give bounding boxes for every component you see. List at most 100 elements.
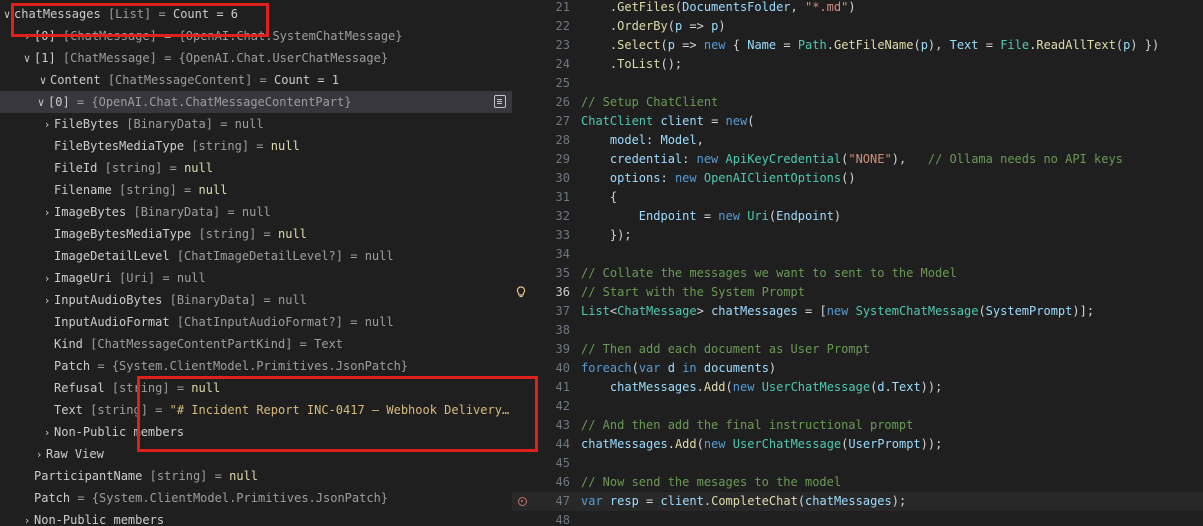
code-token: ) })	[1130, 38, 1160, 52]
watch-row[interactable]: Refusal [string] = null	[0, 377, 512, 399]
chevron-right-icon[interactable]: ›	[20, 26, 34, 47]
code-line[interactable]: 30 options: new OpenAIClientOptions()	[512, 169, 1203, 188]
code-line[interactable]: 27 ChatClient client = new(	[512, 112, 1203, 131]
code-text: // Collate the messages we want to sent …	[581, 264, 957, 283]
watch-row[interactable]: ∨ chatMessages [List] = Count = 6	[0, 3, 512, 25]
code-line[interactable]: 42	[512, 397, 1203, 416]
code-token: new	[674, 171, 697, 185]
chevron-right-icon[interactable]: ›	[40, 202, 54, 223]
breakpoint-icon[interactable]	[518, 497, 527, 506]
code-line[interactable]: 37 List<ChatMessage> chatMessages = [new …	[512, 302, 1203, 321]
watch-row[interactable]: ParticipantName [string] = null	[0, 465, 512, 487]
equals-sign: =	[155, 271, 177, 285]
code-line[interactable]: 39 // Then add each document as User Prom…	[512, 340, 1203, 359]
watch-row[interactable]: › FileBytes [BinaryData] = null	[0, 113, 512, 135]
watch-row[interactable]: › InputAudioBytes [BinaryData] = null	[0, 289, 512, 311]
code-line[interactable]: 47 var resp = client.CompleteChat(chatMes…	[512, 492, 1203, 511]
chevron-right-icon[interactable]: ›	[32, 444, 46, 465]
watch-row-value: null	[270, 139, 300, 153]
watch-row-value: {OpenAI.Chat.ChatMessageContentPart}	[91, 95, 352, 109]
watch-row[interactable]: FileBytesMediaType [string] = null	[0, 135, 512, 157]
watch-row-name: Refusal	[54, 381, 105, 395]
code-token: Endpoint	[776, 209, 834, 223]
code-editor[interactable]: 21 .GetFiles(DocumentsFolder, "*.md") 22 …	[512, 0, 1203, 526]
watch-row-type: [BinaryData]	[133, 205, 221, 219]
chevron-down-icon[interactable]: ∨	[0, 4, 14, 25]
code-line[interactable]: 48	[512, 511, 1203, 526]
watch-row[interactable]: › ImageUri [Uri] = null	[0, 267, 512, 289]
watch-row-name: Patch	[34, 491, 71, 505]
code-line[interactable]: 32 Endpoint = new Uri(Endpoint)	[512, 207, 1203, 226]
code-line[interactable]: 38	[512, 321, 1203, 340]
watch-row[interactable]: Patch = {System.ClientModel.Primitives.J…	[0, 487, 512, 509]
watch-row-type: [string]	[198, 227, 257, 241]
code-line[interactable]: 22 .OrderBy(p => p)	[512, 17, 1203, 36]
watch-row[interactable]: ∨ [0] = {OpenAI.Chat.ChatMessageContentPa…	[0, 91, 512, 113]
code-line[interactable]: 28 model: Model,	[512, 131, 1203, 150]
code-line[interactable]: 33 });	[512, 226, 1203, 245]
code-token: :	[646, 133, 661, 147]
code-line[interactable]: 29 credential: new ApiKeyCredential("NON…	[512, 150, 1203, 169]
line-number: 29	[555, 152, 570, 166]
watch-row-type: [string]	[90, 403, 148, 417]
watch-row[interactable]: ∨ Content [ChatMessageContent] = Count = …	[0, 69, 512, 91]
watch-row-type: [List]	[107, 7, 152, 21]
watch-row[interactable]: Patch = {System.ClientModel.Primitives.J…	[0, 355, 512, 377]
chevron-right-icon[interactable]: ›	[40, 422, 54, 443]
code-token: =	[696, 209, 719, 223]
code-line[interactable]: 43 // And then add the final instructiona…	[512, 416, 1203, 435]
watch-row[interactable]: › Raw View	[0, 443, 512, 465]
chevron-right-icon[interactable]: ›	[40, 114, 54, 135]
watch-row[interactable]: ImageBytesMediaType [string] = null	[0, 223, 512, 245]
watch-row[interactable]: InputAudioFormat [ChatInputAudioFormat?]…	[0, 311, 512, 333]
watch-row[interactable]: ∨ [1] [ChatMessage] = {OpenAI.Chat.UserCh…	[0, 47, 512, 69]
copy-value-icon[interactable]	[494, 95, 506, 108]
watch-row-name: [1]	[34, 51, 56, 65]
code-token: new	[732, 380, 755, 394]
watch-row[interactable]: ImageDetailLevel [ChatImageDetailLevel?]…	[0, 245, 512, 267]
code-line[interactable]: 44 chatMessages.Add(new UserChatMessage(U…	[512, 435, 1203, 454]
code-token: resp	[609, 494, 639, 508]
watch-row[interactable]: › Non-Public members	[0, 421, 512, 443]
lightbulb-icon[interactable]	[516, 286, 526, 298]
code-line[interactable]: 34	[512, 245, 1203, 264]
watch-row[interactable]: › ImageBytes [BinaryData] = null	[0, 201, 512, 223]
watch-row[interactable]: › Non-Public members	[0, 509, 512, 526]
watch-row[interactable]: FileId [string] = null	[0, 157, 512, 179]
chevron-right-icon[interactable]: ›	[20, 510, 34, 526]
code-text: .GetFiles(DocumentsFolder, "*.md")	[581, 0, 856, 17]
code-token: new	[703, 437, 726, 451]
watch-row[interactable]: Filename [string] = null	[0, 179, 512, 201]
watch-row-value: {OpenAI.Chat.SystemChatMessage}	[178, 29, 403, 43]
chevron-down-icon[interactable]: ∨	[36, 70, 50, 91]
code-line[interactable]: 23 .Select(p => new { Name = Path.GetFil…	[512, 36, 1203, 55]
chevron-down-icon[interactable]: ∨	[20, 48, 34, 69]
chevron-right-icon[interactable]: ›	[40, 268, 54, 289]
code-line[interactable]: 40 foreach(var d in documents)	[512, 359, 1203, 378]
chevron-right-icon[interactable]: ›	[40, 290, 54, 311]
line-number: 40	[555, 361, 570, 375]
code-line[interactable]: 35 // Collate the messages we want to sen…	[512, 264, 1203, 283]
code-line[interactable]: 41 chatMessages.Add(new UserChatMessage(…	[512, 378, 1203, 397]
line-number: 44	[555, 437, 570, 451]
code-line[interactable]: 36// Start with the System Prompt	[512, 283, 1203, 302]
watch-row[interactable]: Text [string] = "# Incident Report INC-0…	[0, 399, 512, 421]
code-line[interactable]: 31 {	[512, 188, 1203, 207]
code-line[interactable]: 46 // Now send the mesages to the model	[512, 473, 1203, 492]
code-line[interactable]: 45	[512, 454, 1203, 473]
code-token: chatMessages	[581, 437, 668, 451]
watch-row[interactable]: › [0] [ChatMessage] = {OpenAI.Chat.System…	[0, 25, 512, 47]
code-line[interactable]: 21 .GetFiles(DocumentsFolder, "*.md")	[512, 0, 1203, 17]
code-line[interactable]: 26 // Setup ChatClient	[512, 93, 1203, 112]
chevron-down-icon[interactable]: ∨	[34, 92, 48, 113]
watch-row[interactable]: Kind [ChatMessageContentPartKind] = Text	[0, 333, 512, 355]
watch-row-name: chatMessages	[14, 7, 101, 21]
watch-row-name: FileBytes	[54, 117, 120, 131]
code-text: Endpoint = new Uri(Endpoint)	[581, 207, 841, 226]
code-line[interactable]: 25	[512, 74, 1203, 93]
code-token: .	[581, 38, 618, 52]
code-line[interactable]: 24 .ToList();	[512, 55, 1203, 74]
